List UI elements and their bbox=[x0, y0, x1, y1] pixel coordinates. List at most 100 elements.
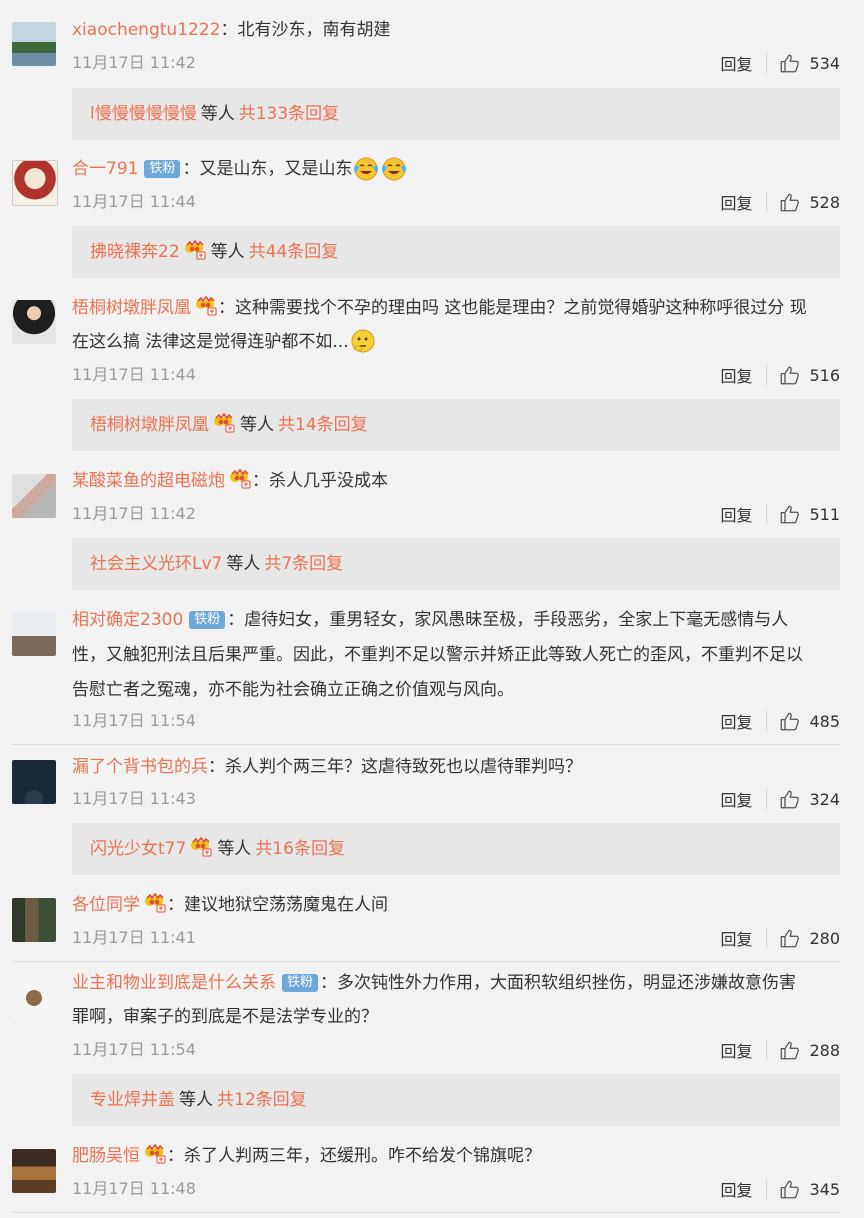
avatar[interactable] bbox=[12, 1149, 56, 1193]
thumbs-up-icon[interactable] bbox=[779, 1039, 801, 1061]
username[interactable]: 相对确定2300 bbox=[72, 610, 183, 630]
username[interactable]: 合一791 bbox=[72, 159, 138, 179]
comment-actions: 回复 280 bbox=[720, 927, 840, 949]
reply-button[interactable]: 回复 bbox=[720, 502, 752, 526]
timestamp: 11月17日 11:48 bbox=[72, 1179, 196, 1198]
username[interactable]: 业主和物业到底是什么关系 bbox=[72, 973, 276, 993]
reply-button[interactable]: 回复 bbox=[720, 709, 752, 733]
reply-username[interactable]: 专业焊井盖 bbox=[90, 1090, 175, 1110]
avatar[interactable] bbox=[12, 898, 56, 942]
reply-username[interactable]: 闪光少女t77 bbox=[90, 839, 186, 859]
timestamp: 11月17日 11:42 bbox=[72, 53, 196, 72]
divider bbox=[12, 744, 840, 745]
thinking-emoji-icon bbox=[349, 327, 377, 355]
avatar[interactable] bbox=[12, 760, 56, 804]
like-count: 288 bbox=[809, 1040, 840, 1060]
reply-button[interactable]: 回复 bbox=[720, 1177, 752, 1201]
avatar[interactable] bbox=[12, 300, 56, 344]
divider bbox=[766, 365, 768, 385]
reply-count-link[interactable]: 共16条回复 bbox=[255, 839, 345, 859]
crown-badge-icon bbox=[195, 296, 217, 316]
comment-text: 杀人几乎没成本 bbox=[269, 471, 388, 491]
username[interactable]: 漏了个背书包的兵 bbox=[72, 757, 208, 777]
laughing-crying-emoji-icon bbox=[352, 154, 380, 182]
comment-actions: 回复 485 bbox=[720, 710, 840, 732]
reply-username[interactable]: 拂晓裸奔22 bbox=[90, 242, 180, 262]
like-count: 534 bbox=[809, 53, 840, 73]
thumbs-up-icon[interactable] bbox=[779, 710, 801, 732]
thumbs-up-icon[interactable] bbox=[779, 788, 801, 810]
reply-summary[interactable]: 拂晓裸奔22 等人 共44条回复 bbox=[72, 226, 840, 278]
comment-actions: 回复 288 bbox=[720, 1039, 840, 1061]
reply-username[interactable]: 社会主义光环Lv7 bbox=[90, 554, 222, 574]
divider bbox=[766, 711, 768, 731]
reply-count-link[interactable]: 共14条回复 bbox=[278, 415, 368, 435]
reply-username[interactable]: 梧桐树墩胖凤凰 bbox=[90, 415, 209, 435]
like-count: 516 bbox=[809, 365, 840, 385]
username[interactable]: 肥肠吴恒 bbox=[72, 1146, 140, 1166]
timestamp: 11月17日 11:44 bbox=[72, 192, 196, 211]
comment-actions: 回复 534 bbox=[720, 52, 840, 74]
thumbs-up-icon[interactable] bbox=[779, 191, 801, 213]
comment-text: 建议地狱空荡荡魔鬼在人间 bbox=[184, 895, 388, 915]
reply-button[interactable]: 回复 bbox=[720, 787, 752, 811]
colon: ： bbox=[167, 895, 184, 915]
reply-summary[interactable]: 专业焊井盖 等人 共12条回复 bbox=[72, 1074, 840, 1126]
comment-text: 这种需要找个不孕的理由吗 这也能是理由？之前觉得婚驴这种称呼很过分 现 bbox=[235, 298, 807, 318]
reply-button[interactable]: 回复 bbox=[720, 926, 752, 950]
avatar[interactable] bbox=[12, 22, 56, 66]
comment-text: 告慰亡者之冤魂，亦不能为社会确立正确之价值观与风向。 bbox=[72, 680, 514, 700]
reply-username[interactable]: l慢慢慢慢慢慢 bbox=[90, 104, 197, 124]
timestamp: 11月17日 11:54 bbox=[72, 1040, 196, 1059]
fan-badge[interactable]: 铁粉 bbox=[282, 974, 319, 992]
avatar[interactable] bbox=[12, 474, 56, 518]
thumbs-up-icon[interactable] bbox=[779, 364, 801, 386]
reply-count-link[interactable]: 共133条回复 bbox=[239, 104, 339, 124]
thumbs-up-icon[interactable] bbox=[779, 1178, 801, 1200]
reply-button[interactable]: 回复 bbox=[720, 363, 752, 387]
fan-badge[interactable]: 铁粉 bbox=[189, 611, 226, 629]
colon: ： bbox=[218, 298, 235, 318]
others-label: 等人 bbox=[200, 104, 235, 124]
reply-button[interactable]: 回复 bbox=[720, 1038, 752, 1062]
timestamp: 11月17日 11:43 bbox=[72, 789, 196, 808]
colon: ： bbox=[227, 610, 245, 630]
username[interactable]: 各位同学 bbox=[72, 895, 140, 915]
thumbs-up-icon[interactable] bbox=[779, 927, 801, 949]
reply-summary[interactable]: 社会主义光环Lv7 等人 共7条回复 bbox=[72, 538, 840, 590]
reply-button[interactable]: 回复 bbox=[720, 51, 752, 75]
crown-badge-icon bbox=[184, 240, 206, 260]
comment-text: 虐待妇女，重男轻女，家风愚昧至极，手段恶劣，全家上下毫无感情与人 bbox=[244, 610, 789, 630]
avatar[interactable] bbox=[12, 160, 58, 206]
thumbs-up-icon[interactable] bbox=[779, 52, 801, 74]
reply-summary[interactable]: 闪光少女t77 等人 共16条回复 bbox=[72, 823, 840, 875]
like-count: 511 bbox=[809, 504, 840, 524]
others-label: 等人 bbox=[210, 242, 245, 262]
timestamp: 11月17日 11:41 bbox=[72, 928, 196, 947]
username[interactable]: xiaochengtu1222 bbox=[72, 20, 220, 40]
colon: ： bbox=[220, 20, 238, 40]
username[interactable]: 某酸菜鱼的超电磁炮 bbox=[72, 471, 225, 491]
reply-count-link[interactable]: 共44条回复 bbox=[249, 242, 339, 262]
thumbs-up-icon[interactable] bbox=[779, 503, 801, 525]
comment-text: 多次钝性外力作用，大面积软组织挫伤，明显还涉嫌故意伤害 bbox=[337, 973, 797, 993]
divider bbox=[12, 1212, 840, 1213]
reply-summary[interactable]: 梧桐树墩胖凤凰 等人 共14条回复 bbox=[72, 399, 840, 451]
comment-text: 杀人判个两三年？这虐待致死也以虐待罪判吗？ bbox=[225, 757, 582, 777]
avatar[interactable] bbox=[12, 612, 56, 656]
avatar[interactable] bbox=[12, 976, 56, 1020]
comment-actions: 回复 516 bbox=[720, 364, 840, 386]
colon: ： bbox=[167, 1146, 184, 1166]
timestamp: 11月17日 11:54 bbox=[72, 711, 196, 730]
others-label: 等人 bbox=[217, 839, 252, 859]
fan-badge[interactable]: 铁粉 bbox=[144, 160, 181, 178]
reply-button[interactable]: 回复 bbox=[720, 190, 752, 214]
username[interactable]: 梧桐树墩胖凤凰 bbox=[72, 298, 191, 318]
crown-badge-icon bbox=[229, 469, 251, 489]
crown-badge-icon bbox=[144, 1144, 166, 1164]
like-count: 345 bbox=[809, 1179, 840, 1199]
reply-summary[interactable]: l慢慢慢慢慢慢 等人 共133条回复 bbox=[72, 88, 840, 140]
reply-count-link[interactable]: 共12条回复 bbox=[217, 1090, 307, 1110]
colon: ： bbox=[320, 973, 338, 993]
reply-count-link[interactable]: 共7条回复 bbox=[264, 554, 343, 574]
